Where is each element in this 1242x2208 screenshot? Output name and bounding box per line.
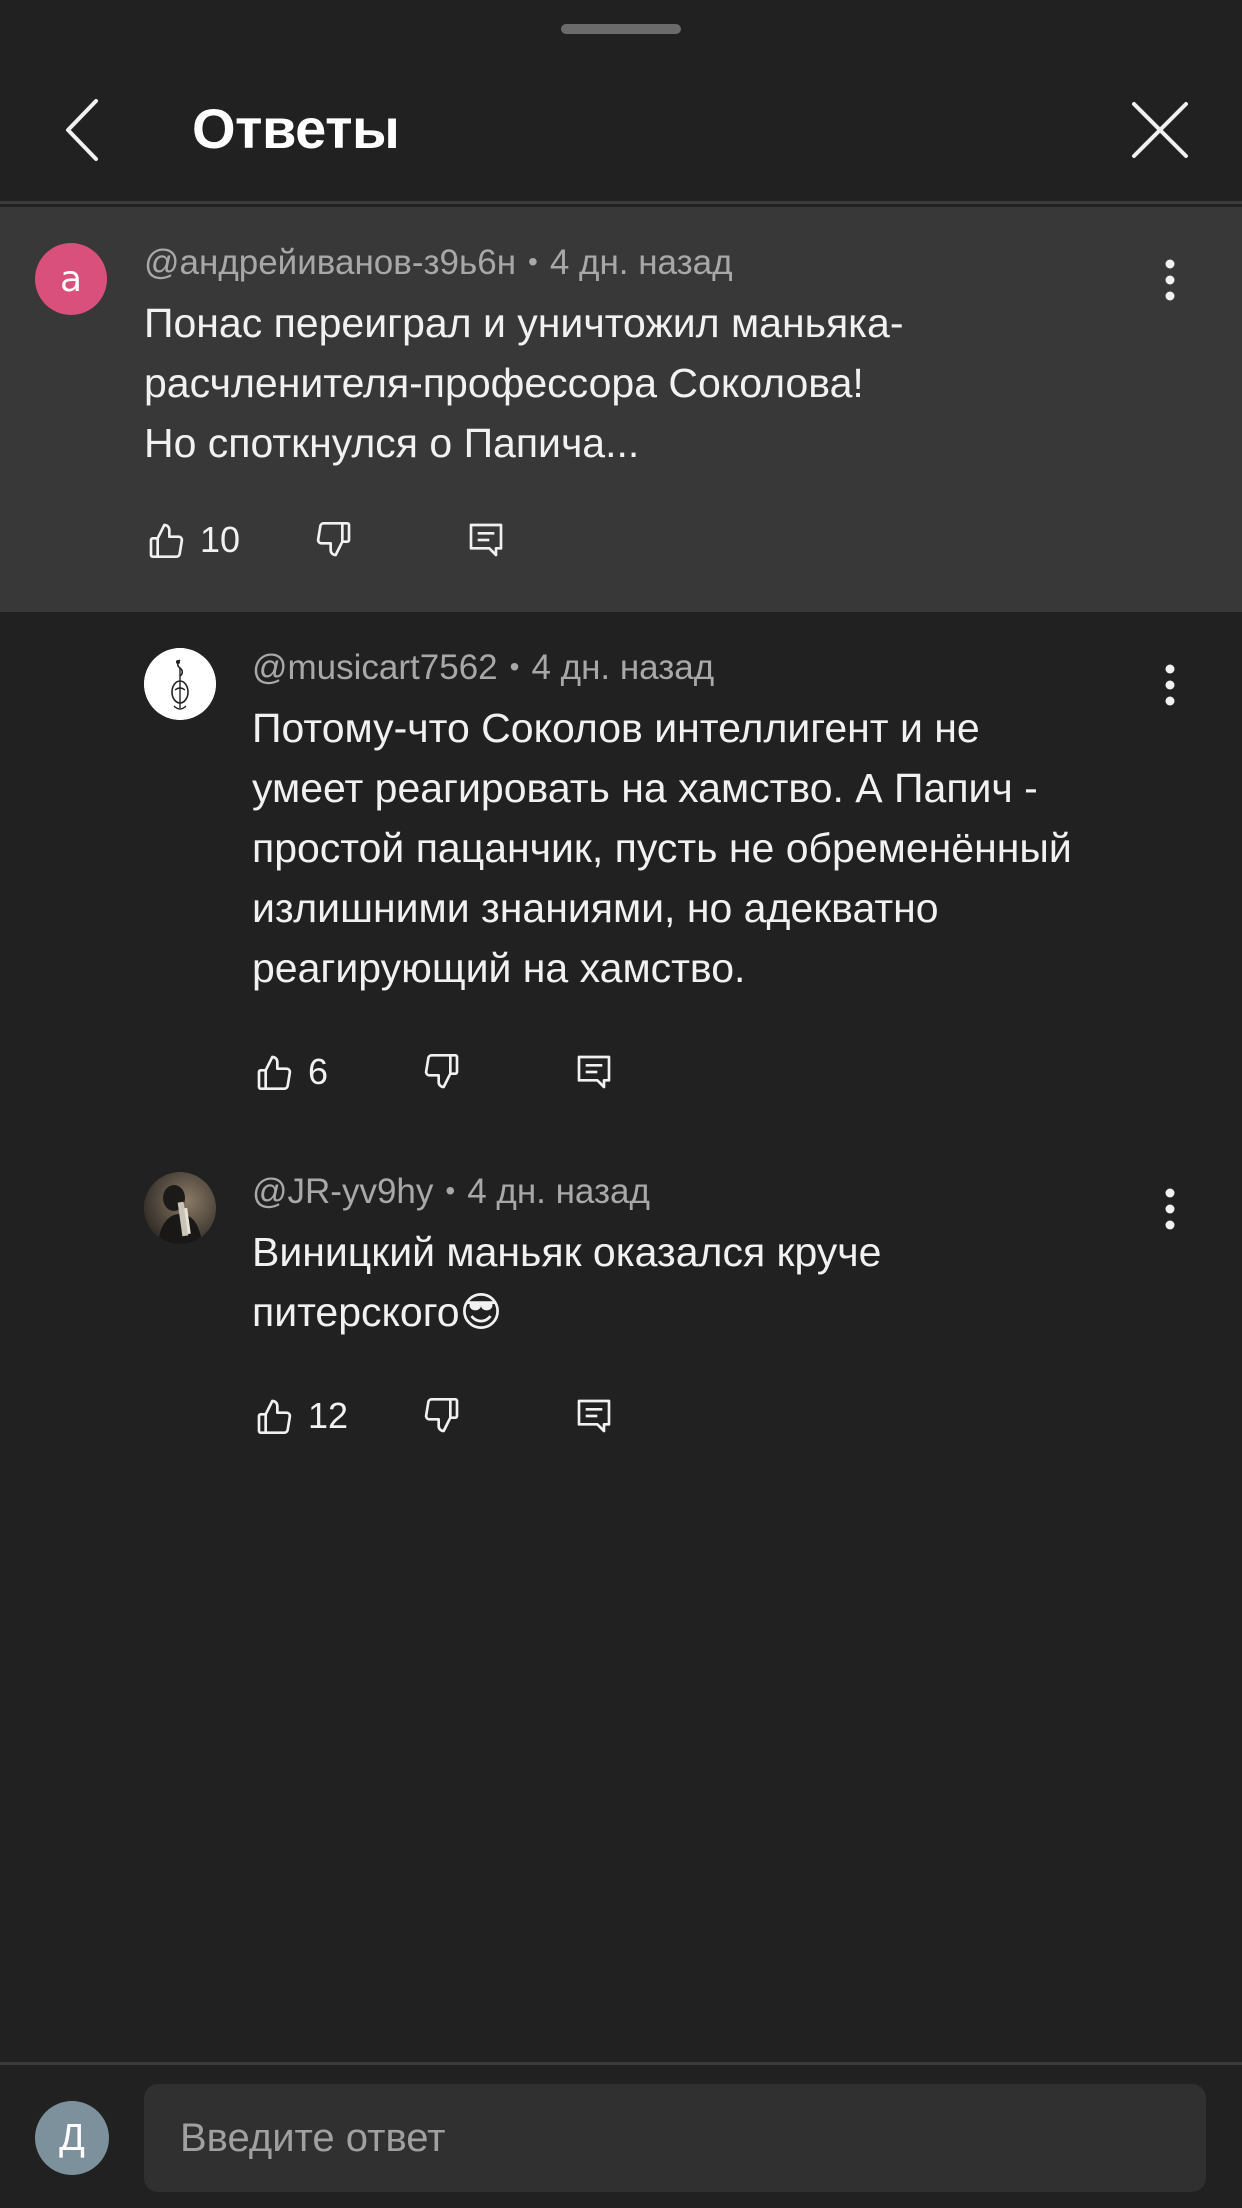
comment-icon: [577, 1055, 611, 1089]
panel-header: Ответы: [0, 0, 1242, 204]
comment-icon: [577, 1399, 611, 1433]
dislike-button[interactable]: [422, 1384, 462, 1448]
thumbs-down-icon: [424, 1054, 459, 1089]
comment-meta: @андрейиванов-з9ь6н • 4 дн. назад: [144, 243, 733, 282]
sunglasses-emoji: 😎: [459, 1289, 503, 1335]
like-button[interactable]: 12: [254, 1384, 348, 1448]
avatar[interactable]: [144, 1172, 216, 1244]
comment-actions: 6: [254, 1040, 674, 1104]
dislike-button[interactable]: [314, 508, 354, 572]
like-button[interactable]: 6: [254, 1040, 328, 1104]
avatar[interactable]: а: [35, 243, 107, 315]
comment-meta: @musicart7562 • 4 дн. назад: [252, 648, 715, 687]
avatar-letter: а: [59, 258, 83, 300]
parent-comment: а @андрейиванов-з9ь6н • 4 дн. назад Понас …: [0, 207, 1242, 612]
reply-button[interactable]: [574, 1040, 614, 1104]
comment-time: 4 дн. назад: [467, 1172, 650, 1211]
back-button[interactable]: [50, 90, 114, 170]
comment-author[interactable]: @андрейиванов-з9ь6н: [144, 243, 516, 282]
reply-comment: @musicart7562 • 4 дн. назад Потому-что Сок…: [0, 612, 1242, 1112]
comment-text: Потому-что Соколов интеллигент и не умее…: [252, 705, 1072, 991]
thumbs-down-icon: [316, 522, 351, 557]
user-avatar-letter: Д: [59, 2116, 85, 2159]
reply-button[interactable]: [466, 508, 506, 572]
close-button[interactable]: [1120, 90, 1200, 170]
comment-icon: [469, 523, 503, 557]
like-count: 6: [308, 1051, 329, 1092]
like-button[interactable]: 10: [146, 508, 240, 572]
page-title: Ответы: [192, 97, 400, 160]
reply-bar: Д: [0, 2062, 1242, 2208]
avatar[interactable]: [144, 648, 216, 720]
close-icon: [1132, 102, 1188, 158]
reply-input[interactable]: [144, 2084, 1206, 2192]
comment-time: 4 дн. назад: [531, 648, 715, 687]
comment-text: Виницкий маньяк оказался круче питерског…: [252, 1222, 1212, 1342]
thumbs-up-icon: [257, 1399, 292, 1434]
comment-author[interactable]: @JR-yv9hy: [252, 1172, 433, 1211]
reply-button[interactable]: [574, 1384, 614, 1448]
replies-panel: Ответы а @андрейиванов-з9ь6н • 4 дн. назад…: [0, 0, 1242, 2208]
comment-actions: 10: [146, 508, 666, 572]
person-photo-icon: [144, 1172, 216, 1244]
chevron-left-icon: [66, 99, 98, 161]
user-avatar[interactable]: Д: [35, 2101, 109, 2175]
thumbs-down-icon: [424, 1398, 459, 1433]
comment-actions: 12: [254, 1384, 674, 1448]
like-count: 10: [200, 519, 241, 560]
drag-handle[interactable]: [561, 24, 681, 34]
thumbs-up-icon: [149, 523, 184, 558]
comment-text-content: Виницкий маньяк оказался круче питерског…: [252, 1229, 882, 1335]
reply-comment: @JR-yv9hy • 4 дн. назад Виницкий маньяк ок…: [0, 1136, 1242, 1476]
violin-icon: [144, 648, 216, 720]
thumbs-up-icon: [257, 1055, 292, 1090]
comment-meta: @JR-yv9hy • 4 дн. назад: [252, 1172, 650, 1211]
like-count: 12: [308, 1395, 349, 1436]
comment-text: Понас переиграл и уничтожил маньяка- рас…: [144, 300, 904, 466]
dislike-button[interactable]: [422, 1040, 462, 1104]
comment-time: 4 дн. назад: [549, 243, 733, 282]
comment-author[interactable]: @musicart7562: [252, 648, 498, 687]
